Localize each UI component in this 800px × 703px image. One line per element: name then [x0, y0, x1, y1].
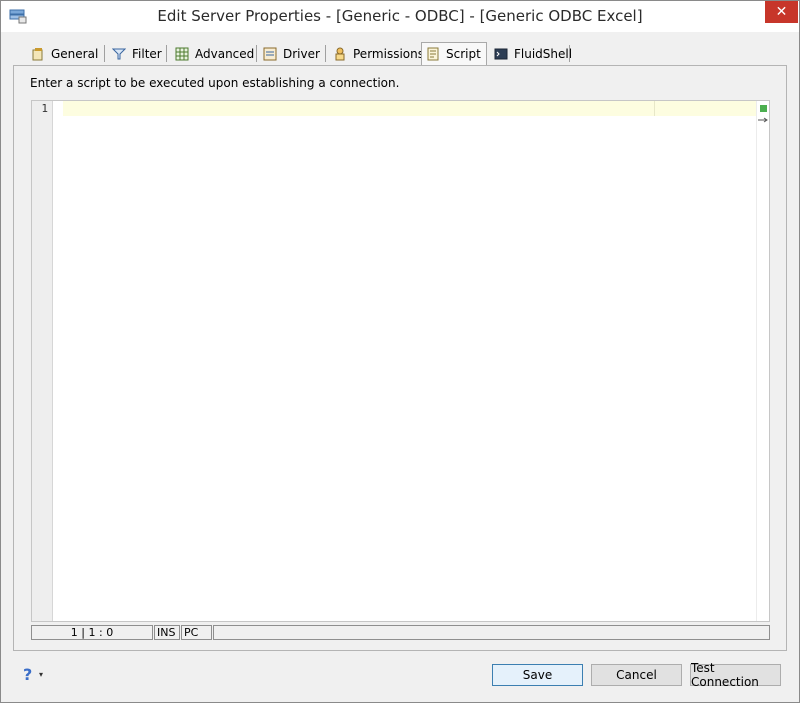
tab-fluidshell-label: FluidShell — [514, 47, 573, 61]
tab-permissions-label: Permissions — [353, 47, 424, 61]
close-button[interactable]: ✕ — [765, 1, 798, 23]
tab-advanced-label: Advanced — [195, 47, 255, 61]
tab-filter[interactable]: Filter — [108, 44, 166, 64]
status-ok-marker — [760, 105, 767, 112]
tab-separator — [256, 45, 257, 62]
status-message — [213, 625, 770, 640]
editor-status-bar: 1 | 1 : 0 INS PC — [31, 625, 770, 640]
tab-separator — [166, 45, 167, 62]
help-icon: ? — [23, 665, 33, 684]
advanced-icon — [175, 47, 189, 61]
save-button[interactable]: Save — [492, 664, 583, 686]
tab-separator — [104, 45, 105, 62]
tab-driver-label: Driver — [283, 47, 320, 61]
script-editor[interactable]: 1 — [31, 100, 770, 622]
tab-strip: General Filter Advanced Driver Permissio… — [13, 42, 785, 65]
filter-icon — [111, 47, 127, 61]
cursor-position: 1 | 1 : 0 — [31, 625, 153, 640]
tab-separator — [569, 45, 570, 62]
cancel-button[interactable]: Cancel — [591, 664, 682, 686]
general-icon — [31, 47, 45, 61]
title-bar: Edit Server Properties - [Generic - ODBC… — [1, 1, 799, 32]
overview-ruler[interactable] — [756, 101, 769, 621]
permissions-icon — [333, 47, 347, 61]
line-number: 1 — [41, 102, 48, 115]
line-number-gutter: 1 — [32, 101, 53, 621]
fluidshell-icon — [494, 47, 508, 61]
tab-driver[interactable]: Driver — [259, 44, 325, 64]
tab-filter-label: Filter — [132, 47, 162, 61]
close-icon: ✕ — [775, 4, 788, 20]
dialog-window: Edit Server Properties - [Generic - ODBC… — [0, 0, 800, 703]
tab-script-label: Script — [446, 47, 481, 61]
current-line-highlight — [63, 101, 757, 116]
help-menu-button[interactable]: ? ▾ — [23, 665, 51, 684]
tab-permissions[interactable]: Permissions — [329, 44, 425, 64]
tab-separator — [325, 45, 326, 62]
test-connection-button[interactable]: Test Connection — [690, 661, 781, 689]
insert-mode: INS — [154, 625, 180, 640]
window-title: Edit Server Properties - [Generic - ODBC… — [157, 7, 643, 25]
right-margin-guide — [654, 101, 655, 116]
caret-position-icon — [758, 117, 768, 126]
chevron-down-icon: ▾ — [39, 670, 44, 679]
script-instruction: Enter a script to be executed upon estab… — [30, 76, 400, 90]
tab-advanced[interactable]: Advanced — [171, 44, 257, 64]
script-icon — [426, 47, 440, 61]
tab-fluidshell[interactable]: FluidShell — [490, 44, 573, 64]
driver-icon — [263, 47, 277, 61]
line-ending-mode: PC — [181, 625, 212, 640]
tab-general[interactable]: General — [27, 44, 105, 64]
tab-script[interactable]: Script — [421, 42, 487, 65]
tab-general-label: General — [51, 47, 99, 61]
